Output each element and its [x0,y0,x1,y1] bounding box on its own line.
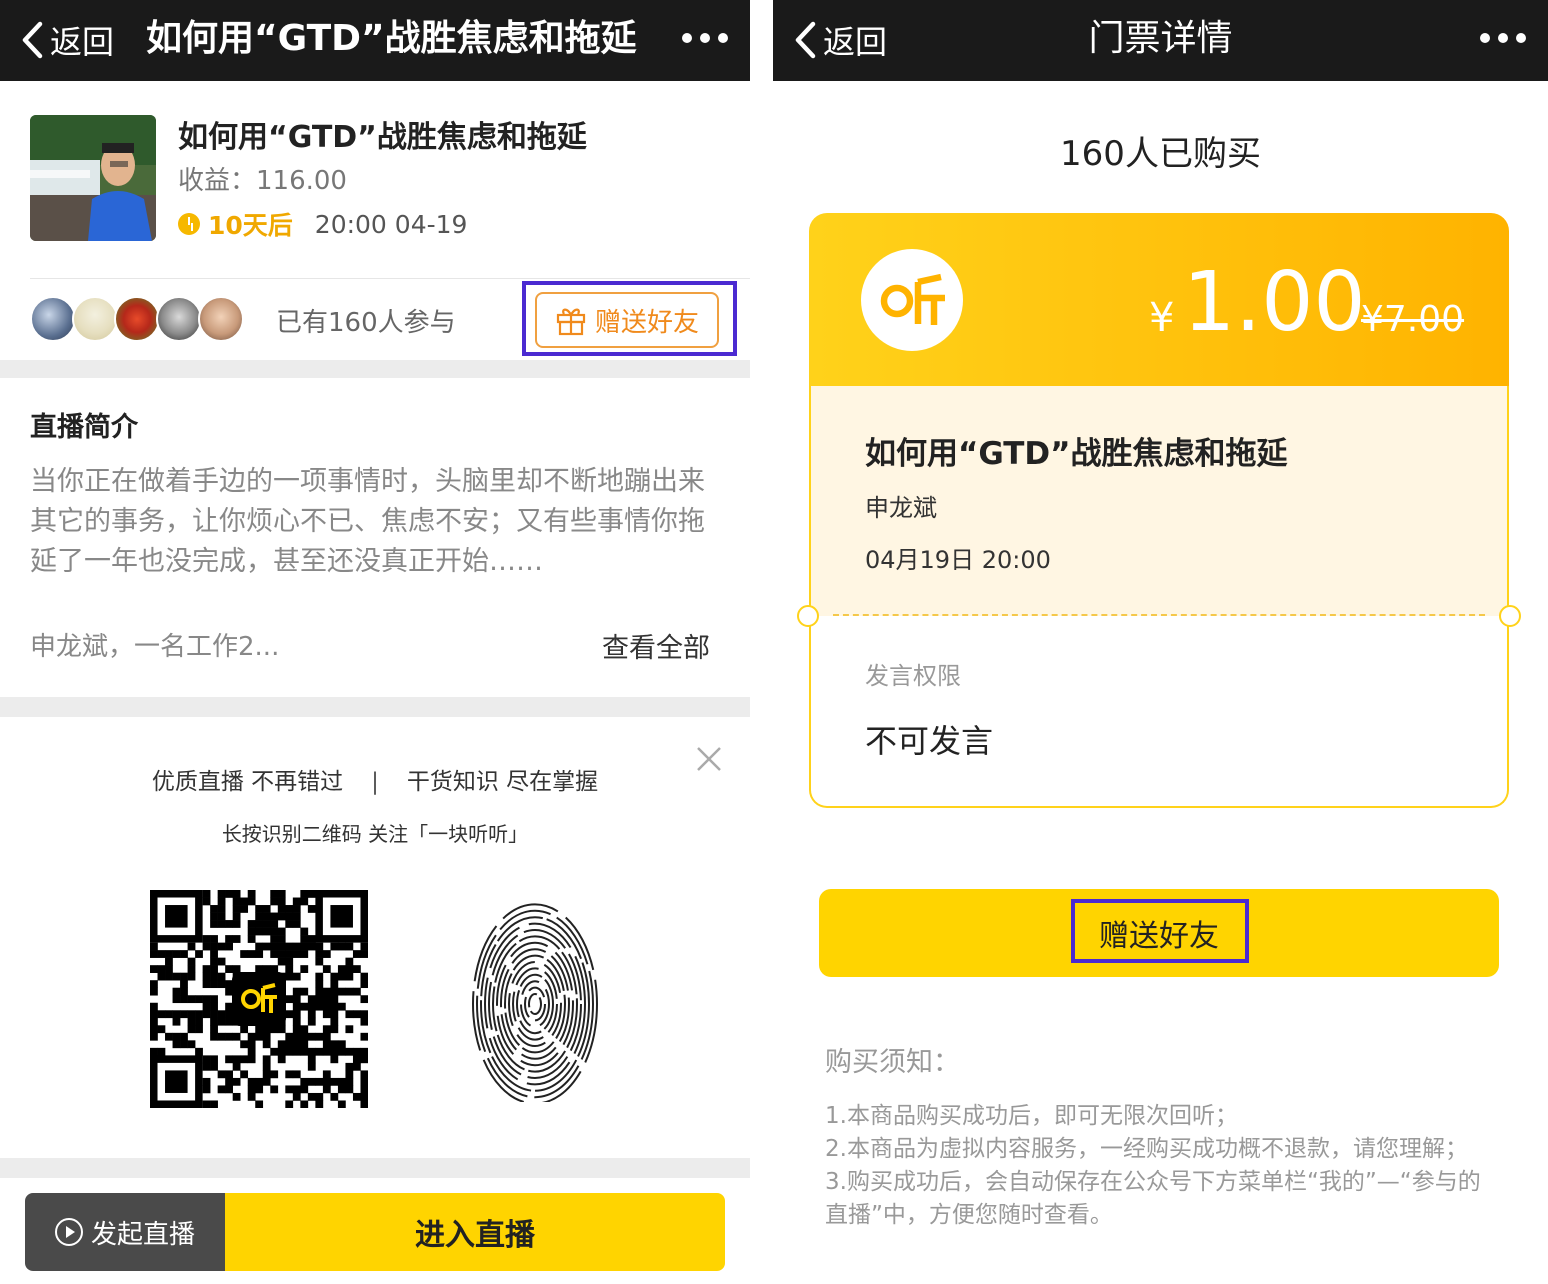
dashed-divider [833,614,1485,616]
gift-button-label: 赠送好友 [594,307,699,338]
ticket-header: ¥ 1.00 ¥7.00 [809,213,1509,386]
intro-text: 当你正在做着手边的一项事情时，头脑里却不断地蹦出来其它的事务，让你烦心不已、焦虑… [30,466,705,577]
author-summary: 申龙斌，一名工作2... [30,632,280,662]
section-gap [0,360,750,378]
play-circle-icon [54,1218,83,1246]
section-gap [0,1158,750,1178]
start-live-button[interactable]: 发起直播 [25,1193,225,1271]
course-title: 如何用“GTD”战胜焦虑和拖延 [178,120,587,155]
avatar [156,296,202,342]
start-datetime: 20:00 04-19 [314,209,468,239]
gift-icon [556,308,586,336]
more-dots-icon[interactable] [682,28,728,48]
price-currency: ¥ [1149,295,1175,341]
bottom-action-bar: 发起直播 进入直播 [25,1193,725,1271]
permission-value: 不可发言 [865,722,994,760]
slogan-right: 干货知识 尽在掌握 [406,769,599,795]
highlight-box [1071,899,1249,963]
section-gap [0,697,750,717]
avatar [198,296,244,342]
page-title: 如何用“GTD”战胜焦虑和拖延 [146,18,637,59]
clock-icon [178,213,200,235]
notice-list: 1.本商品购买成功后，即可无限次回听； 2.本商品为虚拟内容服务，一经购买成功概… [825,1100,1495,1232]
page-title: 门票详情 [1088,18,1233,59]
nav-bar: 返回 门票详情 [773,0,1548,81]
divider [30,278,750,279]
ticket-author: 申龙斌 [865,494,937,522]
participant-count: 已有160人参与 [276,308,456,338]
income-text: 收益：116.00 [178,166,347,196]
ticket-notch [1499,605,1521,627]
nav-bar: 返回 如何用“GTD”战胜焦虑和拖延 [0,0,750,81]
notice-item: 2.本商品为虚拟内容服务，一经购买成功概不退款，请您理解； [825,1136,1468,1162]
countdown-text: 10天后 [208,211,293,240]
ticket-detail-screen: 返回 门票详情 160人已购买 ¥ 1.00 ¥7.00 如何用“GTD”战胜焦… [773,0,1548,1284]
qr-hint: 长按识别二维码 关注「一块听听」 [221,822,529,846]
more-dots-icon[interactable] [1480,28,1526,48]
ticket-price: 1.00 [1183,255,1366,350]
buyer-count: 160人已购买 [1060,134,1261,174]
notice-heading: 购买须知： [825,1047,960,1078]
schedule-row: 10天后 20:00 04-19 [178,206,467,242]
start-live-label: 发起直播 [90,1219,195,1250]
notice-item: 3.购买成功后，会自动保存在公众号下方菜单栏“我的”—“参与的直播”中，方便您随… [825,1169,1481,1228]
course-cover-image [30,115,156,241]
ticket-notch [797,605,819,627]
avatar [114,296,160,342]
intro-heading: 直播简介 [30,412,138,443]
chevron-left-icon [22,21,43,59]
avatar [72,296,118,342]
original-price: ¥7.00 [1361,299,1465,340]
ting-logo-icon [861,249,963,351]
live-detail-screen: 返回 如何用“GTD”战胜焦虑和拖延 如何用“GTD”战胜焦虑和拖延 收益：11… [0,0,750,1284]
slogan-separator: | [371,769,379,795]
ticket-datetime: 04月19日 20:00 [865,546,1051,574]
fingerprint-icon [472,903,598,1102]
see-all-link[interactable]: 查看全部 [602,626,710,665]
ticket-title: 如何用“GTD”战胜焦虑和拖延 [865,436,1288,472]
back-button[interactable]: 返回 [20,14,114,66]
avatar [30,296,76,342]
ting-logo-icon [232,972,286,1026]
ticket-body: 如何用“GTD”战胜焦虑和拖延 申龙斌 04月19日 20:00 发言权限 不可… [809,386,1509,808]
participant-avatars[interactable] [30,296,244,342]
back-label: 返回 [50,23,115,61]
gift-to-friend-button[interactable]: 赠送好友 [535,292,719,348]
notice-item: 1.本商品购买成功后，即可无限次回听； [825,1103,1238,1129]
promo-slogan: 优质直播 不再错过 | 干货知识 尽在掌握 [0,762,750,796]
ticket-card: ¥ 1.00 ¥7.00 如何用“GTD”战胜焦虑和拖延 申龙斌 04月19日 … [797,213,1521,808]
permission-label: 发言权限 [865,662,961,690]
slogan-left: 优质直播 不再错过 [151,769,344,795]
enter-live-button[interactable]: 进入直播 [225,1193,725,1271]
